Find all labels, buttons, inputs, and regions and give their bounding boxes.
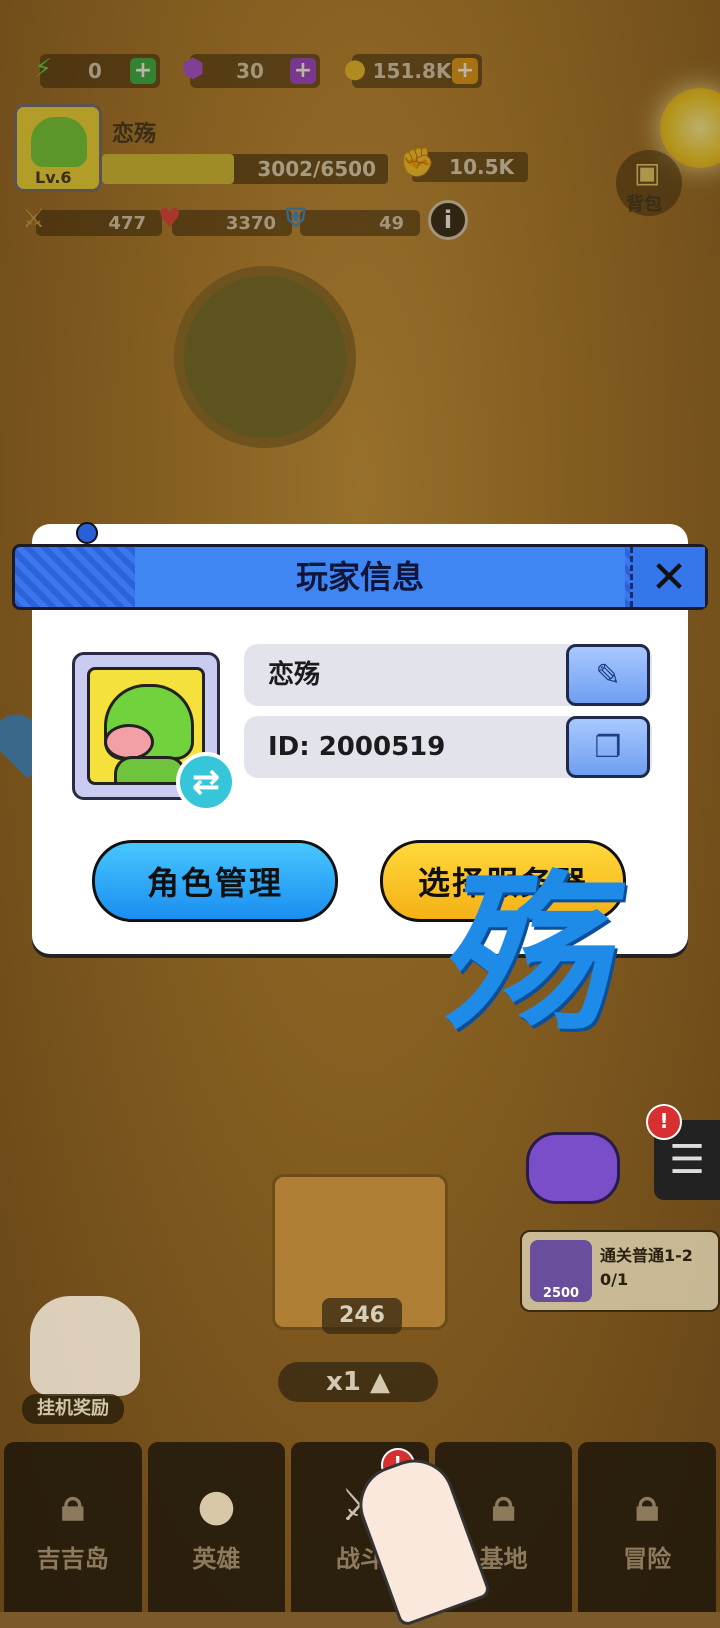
quest-card[interactable]: 2500 通关普通1-2 0/1 (520, 1230, 720, 1312)
close-button[interactable]: ✕ (630, 547, 705, 607)
header-dot (76, 522, 98, 544)
edit-name-button[interactable]: ✎ (566, 644, 650, 706)
pig-hero-icon: ● (197, 1480, 236, 1531)
name-field: 恋殇 ✎ (244, 644, 652, 706)
overlay-character: 殇 (436, 856, 634, 1054)
role-management-button[interactable]: 角色管理 (92, 840, 338, 922)
tab-label: 英雄 (192, 1545, 241, 1573)
quest-progress: 0/1 (600, 1270, 629, 1289)
swap-arrows-icon: ⇄ (191, 762, 221, 802)
tab-adventure[interactable]: 🔒︎ 冒险 (578, 1442, 716, 1612)
tab-heroes[interactable]: ● 英雄 (147, 1442, 286, 1612)
idle-reward-label: 挂机奖励 (22, 1394, 124, 1424)
modal-title: 玩家信息 (295, 558, 424, 596)
speed-toggle[interactable]: x1 ▲ (278, 1362, 438, 1402)
edit-icon: ✎ (595, 657, 621, 693)
bottom-nav: 🔒︎ 吉吉岛 ● 英雄 ⚔ 战斗 ! 🔒︎ 基地 🔒︎ 冒险 (0, 1442, 720, 1612)
copy-id-button[interactable]: ❐ (566, 716, 650, 778)
lucky-cat-icon[interactable] (30, 1296, 140, 1396)
crate-count: 246 (322, 1298, 402, 1334)
copy-icon: ❐ (594, 729, 622, 765)
tab-label: 冒险 (623, 1545, 672, 1573)
quest-title: 通关普通1-2 (600, 1246, 693, 1265)
quest-reward-value: 2500 (542, 1286, 580, 1301)
modal-header: 玩家信息 ✕ (12, 544, 708, 610)
tab-label: 吉吉岛 (36, 1545, 109, 1573)
lock-icon: 🔒︎ (61, 1480, 85, 1531)
list-icon: ☰ (669, 1137, 705, 1183)
id-field: ID: 2000519 ❐ (244, 716, 652, 778)
player-id-value: ID: 2000519 (268, 732, 446, 762)
tab-label: 基地 (479, 1545, 528, 1573)
alert-badge-icon: ! (646, 1104, 682, 1140)
close-icon: ✕ (650, 551, 688, 603)
tab-jiji-island[interactable]: 🔒︎ 吉吉岛 (4, 1442, 142, 1612)
pig-nose-icon (104, 724, 154, 760)
gamepad-icon[interactable] (526, 1132, 620, 1204)
swap-avatar-button[interactable]: ⇄ (176, 752, 236, 812)
player-name-value: 恋殇 (268, 660, 321, 690)
lock-icon: 🔒︎ (635, 1480, 659, 1531)
lock-icon: 🔒︎ (491, 1480, 516, 1531)
